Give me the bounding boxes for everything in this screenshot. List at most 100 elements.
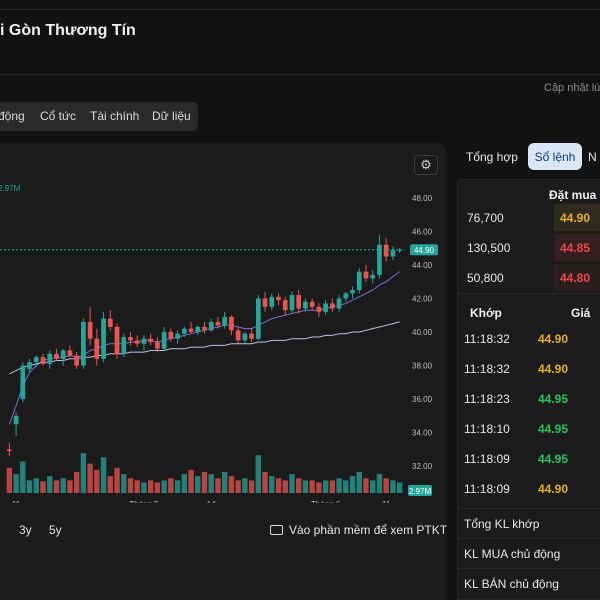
x-tick-label: Tháng 5 — [129, 500, 159, 503]
candle-body — [255, 298, 261, 339]
candle-body — [47, 353, 53, 364]
tab-next[interactable]: N — [588, 143, 597, 170]
volume-bar — [114, 467, 120, 493]
tab-dong[interactable]: động — [0, 109, 25, 123]
candle-body — [155, 342, 160, 349]
volume-bar — [235, 480, 241, 493]
volume-bar — [343, 480, 349, 493]
volume-bar — [296, 478, 302, 493]
candle-body — [269, 296, 275, 307]
volume-bar — [94, 469, 100, 493]
gear-icon: ⚙ — [420, 157, 432, 172]
bid-header: Đặt mua — [549, 188, 597, 202]
volume-bar — [188, 469, 194, 493]
volume-bar — [336, 478, 342, 493]
volume-bar — [201, 472, 208, 493]
trade-row: 11:18:32 44.90 — [458, 362, 600, 392]
candle-body — [383, 244, 389, 257]
range-5y-button[interactable]: 5y — [49, 523, 62, 537]
y-tick-label: 34.00 — [412, 429, 433, 438]
candle-body — [40, 357, 46, 364]
orderbook-divider — [458, 508, 600, 509]
x-tick-label: Tháng 6 — [311, 500, 341, 503]
trade-price: 44.95 — [538, 452, 569, 466]
volume-bar — [383, 478, 389, 493]
trade-row: 11:18:10 44.95 — [458, 422, 600, 452]
candle-body — [323, 303, 328, 312]
volume-bar — [134, 480, 140, 493]
candle-body — [350, 290, 355, 294]
y-tick-label: 38.00 — [412, 362, 433, 371]
candle-body — [27, 362, 32, 369]
candle-body — [107, 318, 113, 327]
candle-body — [303, 301, 308, 309]
volume-top-label: 2.97M — [0, 184, 21, 193]
trade-time: 11:18:23 — [464, 392, 510, 406]
last-price-label: 44.90 — [414, 246, 435, 255]
open-ptkt-link[interactable]: Vào phần mềm để xem PTKT — [270, 523, 447, 537]
ptkt-label: Vào phần mềm để xem PTKT — [289, 523, 448, 537]
volume-bar — [100, 457, 107, 493]
candle-body — [188, 328, 194, 332]
candle-body — [54, 353, 59, 359]
volume-bar — [127, 478, 134, 493]
candle-body — [195, 326, 201, 332]
candle-body — [249, 333, 254, 339]
volume-bar — [248, 480, 255, 493]
ma-short-line — [8, 271, 400, 425]
range-3y-button[interactable]: 3y — [19, 523, 32, 537]
candle-body — [101, 318, 106, 359]
top-bar — [0, 0, 600, 10]
trade-price: 44.90 — [538, 362, 569, 376]
candle-body — [60, 350, 66, 359]
price-header: Giá — [571, 306, 591, 320]
volume-bar — [289, 474, 295, 493]
candle-body — [262, 298, 268, 307]
tab-so-lenh[interactable]: Sổ lệnh — [528, 143, 582, 170]
volume-bar — [161, 480, 167, 493]
volume-bar — [396, 482, 403, 493]
active-sell-volume-label: KL BÁN chủ động — [464, 577, 559, 591]
trade-time: 11:18:32 — [464, 362, 510, 376]
trade-time: 11:18:10 — [464, 422, 510, 436]
volume-bar — [80, 453, 87, 493]
volume-bar — [168, 478, 174, 493]
chart-settings-button[interactable]: ⚙ — [414, 155, 438, 175]
price-chart[interactable]: 44.90 2.97M 2.97M 48.00 46.00 44.00 42.00 40… — [0, 143, 446, 503]
candle-body — [229, 316, 234, 331]
bid-price: 44.80 — [554, 264, 600, 291]
volume-bar — [33, 478, 39, 493]
candle-body — [390, 249, 396, 257]
bid-row: 50,800 44.80 — [458, 264, 600, 291]
volume-bar — [390, 480, 396, 493]
tab-du-lieu[interactable]: Dữ liệu — [152, 109, 191, 123]
volume-bar — [73, 472, 80, 493]
tab-tong-hop[interactable]: Tổng hợp — [458, 143, 526, 170]
tab-co-tuc[interactable]: Cổ tức — [40, 109, 76, 123]
volume-bar — [228, 476, 235, 493]
candle-body — [276, 296, 281, 301]
candle-body — [175, 333, 180, 339]
bid-price: 44.90 — [554, 204, 600, 231]
candle-body — [370, 274, 376, 279]
volume-bar — [147, 480, 154, 493]
orderbook-divider — [458, 293, 600, 294]
y-tick-label: 44.00 — [412, 261, 433, 270]
bid-price: 44.85 — [554, 234, 600, 261]
volume-bar — [269, 476, 275, 493]
trade-price: 44.95 — [538, 392, 569, 406]
candle-body — [128, 337, 133, 341]
candle-body — [363, 271, 369, 279]
candle-body — [181, 328, 187, 334]
trade-row: 11:18:09 44.95 — [458, 452, 600, 482]
candle-body — [114, 326, 120, 354]
x-tick-label: 11 — [382, 500, 391, 503]
volume-bar — [255, 455, 262, 493]
volume-bar — [47, 476, 53, 493]
volume-bar — [40, 481, 46, 493]
page-title: i Gòn Thương Tín — [0, 22, 136, 39]
candle-body — [343, 293, 349, 299]
volume-badge-label: 2.97M — [409, 487, 432, 496]
y-tick-label: 36.00 — [412, 395, 433, 404]
tab-tai-chinh[interactable]: Tài chính — [90, 109, 139, 123]
